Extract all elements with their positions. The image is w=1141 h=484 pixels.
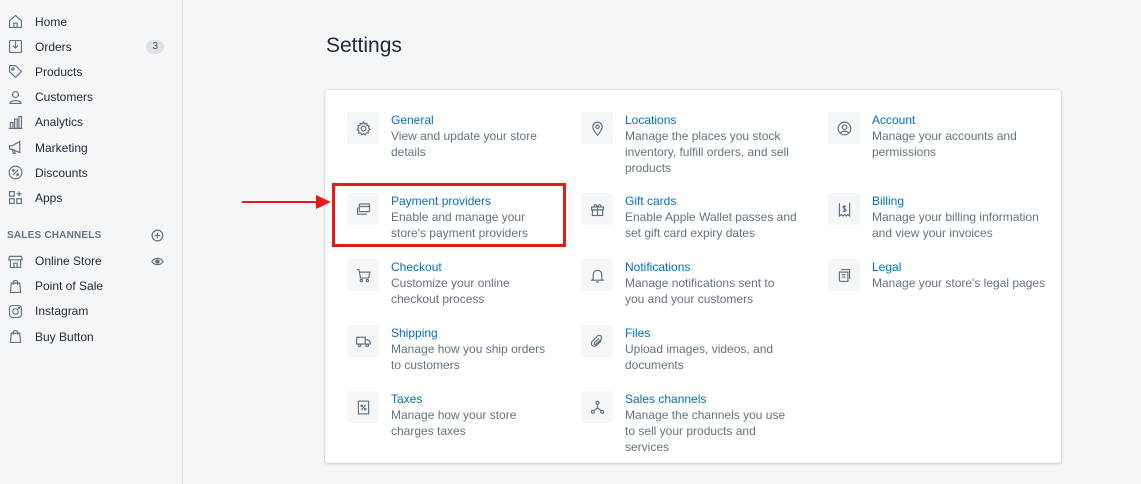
settings-item-gift-cards[interactable]: Gift cards Enable Apple Wallet passes an…	[581, 193, 801, 241]
settings-item-shipping[interactable]: Shipping Manage how you ship orders to c…	[347, 325, 557, 373]
nav-label: Instagram	[35, 304, 89, 319]
nav-label: Analytics	[35, 115, 84, 130]
paperclip-icon	[581, 325, 613, 357]
bar-chart-icon	[6, 113, 24, 131]
nav-label: Home	[35, 14, 68, 29]
settings-item-sales-channels[interactable]: Sales channels Manage the channels you u…	[581, 391, 796, 455]
nav-item-customers[interactable]: Customers	[0, 85, 182, 110]
setting-title: Taxes	[391, 392, 423, 406]
sidebar: Home Orders 3 Products Customers Analyti…	[0, 0, 183, 484]
setting-description: Manage notifications sent to you and you…	[625, 276, 775, 306]
main-nav: Home Orders 3 Products Customers Analyti…	[0, 0, 182, 211]
setting-description: Manage your store's legal pages	[872, 276, 1046, 290]
megaphone-icon	[6, 139, 24, 157]
setting-description: Upload images, videos, and documents	[625, 342, 774, 372]
sales-channels-header: SALES CHANNELS	[0, 225, 182, 247]
setting-title: General	[391, 113, 434, 127]
setting-description: View and update your store details	[391, 129, 537, 159]
setting-description: Manage the channels you use to sell your…	[625, 408, 786, 454]
truck-icon	[347, 325, 379, 357]
nav-label: Customers	[35, 90, 94, 105]
settings-item-general[interactable]: General View and update your store detai…	[347, 112, 557, 160]
billing-icon	[828, 193, 860, 225]
page-title: Settings	[326, 34, 402, 57]
discount-icon	[6, 164, 24, 182]
store-icon	[6, 252, 24, 270]
setting-description: Manage your accounts and permissions	[872, 129, 1017, 159]
nav-label: Orders	[35, 39, 72, 54]
eye-icon[interactable]	[151, 255, 164, 268]
settings-item-files[interactable]: Files Upload images, videos, and documen…	[581, 325, 791, 373]
settings-item-notifications[interactable]: Notifications Manage notifications sent …	[581, 259, 791, 307]
bell-icon	[581, 259, 613, 291]
annotation-arrow-icon	[242, 195, 331, 209]
orders-icon	[6, 38, 24, 56]
nav-label: Online Store	[35, 254, 102, 269]
add-channel-icon[interactable]	[151, 229, 164, 242]
setting-title: Legal	[872, 260, 902, 274]
tax-icon	[347, 391, 379, 423]
nav-item-online-store[interactable]: Online Store	[0, 249, 182, 274]
location-pin-icon	[581, 112, 613, 144]
gear-icon	[347, 112, 379, 144]
instagram-icon	[6, 302, 24, 320]
settings-item-account[interactable]: Account Manage your accounts and permiss…	[828, 112, 1038, 160]
setting-title: Shipping	[391, 326, 438, 340]
setting-title: Sales channels	[625, 392, 707, 406]
gift-icon	[581, 193, 613, 225]
account-icon	[828, 112, 860, 144]
setting-title: Billing	[872, 194, 905, 208]
setting-title: Account	[872, 113, 916, 127]
cart-icon	[347, 259, 379, 291]
setting-description: Manage how your store charges taxes	[391, 408, 517, 438]
channels-nav: Online Store Point of Sale Instagram Buy…	[0, 247, 182, 350]
nav-item-buy-button[interactable]: Buy Button	[0, 324, 182, 349]
setting-title: Gift cards	[625, 194, 677, 208]
nav-item-home[interactable]: Home	[0, 9, 182, 34]
settings-item-locations[interactable]: Locations Manage the places you stock in…	[581, 112, 791, 176]
settings-card: General View and update your store detai…	[325, 90, 1061, 463]
setting-title: Locations	[625, 113, 677, 127]
nav-label: Apps	[35, 190, 63, 205]
setting-title: Checkout	[391, 260, 442, 274]
nav-label: Discounts	[35, 165, 88, 180]
nav-item-instagram[interactable]: Instagram	[0, 299, 182, 324]
person-icon	[6, 88, 24, 106]
nav-item-analytics[interactable]: Analytics	[0, 110, 182, 135]
nav-item-orders[interactable]: Orders 3	[0, 34, 182, 59]
settings-item-payment-providers[interactable]: Payment providers Enable and manage your…	[347, 193, 557, 241]
setting-description: Manage your billing information and view…	[872, 210, 1039, 240]
sales-channels-heading: SALES CHANNELS	[7, 230, 102, 241]
setting-description: Enable and manage your store's payment p…	[391, 210, 529, 240]
nav-label: Products	[35, 64, 83, 79]
tag-icon	[6, 63, 24, 81]
nav-item-point-of-sale[interactable]: Point of Sale	[0, 274, 182, 299]
nav-label: Point of Sale	[35, 279, 104, 294]
nav-label: Buy Button	[35, 329, 94, 344]
legal-icon	[828, 259, 860, 291]
nav-label: Marketing	[35, 140, 88, 155]
setting-description: Manage how you ship orders to customers	[391, 342, 546, 372]
settings-item-legal[interactable]: Legal Manage your store's legal pages	[828, 259, 1048, 291]
nav-item-discounts[interactable]: Discounts	[0, 160, 182, 185]
setting-description: Manage the places you stock inventory, f…	[625, 129, 789, 175]
nav-item-apps[interactable]: Apps	[0, 185, 182, 210]
apps-icon	[6, 189, 24, 207]
settings-item-billing[interactable]: Billing Manage your billing information …	[828, 193, 1048, 241]
nav-item-marketing[interactable]: Marketing	[0, 135, 182, 160]
setting-description: Customize your online checkout process	[391, 276, 510, 306]
setting-title: Notifications	[625, 260, 691, 274]
shopping-bag-icon	[6, 328, 24, 346]
settings-item-checkout[interactable]: Checkout Customize your online checkout …	[347, 259, 557, 307]
setting-title: Files	[625, 326, 651, 340]
home-icon	[6, 13, 24, 31]
payment-card-icon	[347, 193, 379, 225]
setting-description: Enable Apple Wallet passes and set gift …	[625, 210, 797, 240]
setting-title: Payment providers	[391, 194, 492, 208]
settings-item-taxes[interactable]: Taxes Manage how your store charges taxe…	[347, 391, 557, 439]
orders-count-badge: 3	[146, 39, 164, 54]
shopping-bag-icon	[6, 277, 24, 295]
nav-item-products[interactable]: Products	[0, 59, 182, 84]
sales-channels-icon	[581, 391, 613, 423]
